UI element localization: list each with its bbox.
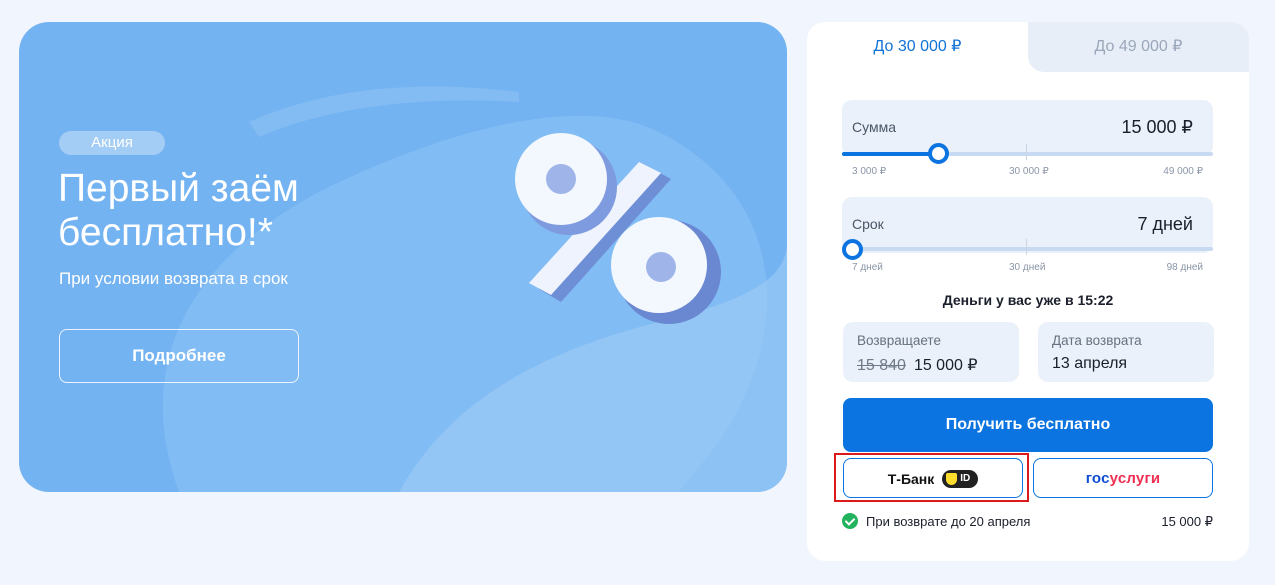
check-circle-icon bbox=[842, 513, 858, 529]
amount-slider-fill bbox=[842, 152, 939, 156]
banner-subtitle: При условии возврата в срок bbox=[59, 269, 288, 288]
term-slider-tick bbox=[1026, 239, 1027, 255]
tbank-label: Т-Банк bbox=[887, 471, 935, 488]
gosuslugi-logo: госуслуги bbox=[1086, 470, 1161, 487]
amount-slider-handle[interactable] bbox=[927, 143, 949, 164]
return-date-label: Дата возврата bbox=[1052, 333, 1142, 348]
get-free-button[interactable]: Получить бесплатно bbox=[843, 398, 1213, 452]
term-mid-label: 30 дней bbox=[1009, 262, 1046, 273]
term-slider-box: Срок 7 дней bbox=[842, 197, 1213, 253]
tbank-id-button[interactable]: Т-Банк ID bbox=[843, 458, 1023, 498]
delivery-time-text: Деньги у вас уже в 15:22 bbox=[942, 292, 1114, 308]
promo-badge: Акция bbox=[59, 131, 165, 155]
term-slider-track[interactable] bbox=[842, 239, 1213, 255]
loan-calculator: До 49 000 ₽ До 30 000 ₽ Сумма 15 000 ₽ 3… bbox=[807, 22, 1249, 561]
tbank-id-icon: ID bbox=[942, 470, 979, 489]
return-date-value: 13 апреля bbox=[1052, 355, 1128, 372]
return-amount-value: 15 840 15 000 ₽ bbox=[857, 355, 978, 375]
gosuslugi-logo-part2: услуги bbox=[1109, 470, 1161, 487]
return-condition-note: При возврате до 20 апреля bbox=[866, 514, 1031, 529]
return-amount-label: Возвращаете bbox=[857, 333, 941, 348]
amount-value: 15 000 ₽ bbox=[1121, 117, 1193, 137]
term-value: 7 дней bbox=[1137, 214, 1193, 234]
amount-min-label: 3 000 ₽ bbox=[852, 166, 887, 177]
amount-tabs: До 49 000 ₽ До 30 000 ₽ bbox=[807, 22, 1249, 72]
amount-slider-box: Сумма 15 000 ₽ bbox=[842, 100, 1213, 156]
tab-up-to-30000[interactable]: До 30 000 ₽ bbox=[807, 22, 1028, 72]
amount-label: Сумма bbox=[852, 119, 896, 135]
amount-max-label: 49 000 ₽ bbox=[1163, 166, 1203, 177]
term-min-label: 7 дней bbox=[852, 262, 883, 273]
term-label: Срок bbox=[852, 216, 884, 232]
tbank-shield-icon bbox=[946, 473, 958, 486]
term-slider-handle[interactable] bbox=[842, 239, 863, 260]
details-button[interactable]: Подробнее bbox=[59, 329, 299, 383]
gosuslugi-logo-part1: гос bbox=[1085, 470, 1110, 487]
return-amount-card: Возвращаете 15 840 15 000 ₽ bbox=[843, 322, 1019, 382]
tab-up-to-49000[interactable]: До 49 000 ₽ bbox=[1028, 22, 1249, 72]
amount-slider-track[interactable] bbox=[842, 144, 1213, 160]
promo-banner: Акция Первый заём бесплатно!* При услови… bbox=[19, 22, 787, 492]
banner-title: Первый заём бесплатно!* bbox=[58, 167, 299, 254]
old-amount: 15 840 bbox=[857, 357, 906, 374]
new-amount: 15 000 ₽ bbox=[913, 357, 978, 374]
tbank-id-badge-text: ID bbox=[960, 473, 971, 485]
amount-slider-tick bbox=[1026, 144, 1027, 160]
return-date-card: Дата возврата 13 апреля bbox=[1038, 322, 1214, 382]
return-condition-sum: 15 000 ₽ bbox=[1161, 514, 1213, 529]
percent-3d-icon bbox=[515, 133, 721, 324]
term-max-label: 98 дней bbox=[1166, 262, 1203, 273]
amount-mid-label: 30 000 ₽ bbox=[1009, 166, 1049, 177]
gosuslugi-button[interactable]: госуслуги bbox=[1033, 458, 1213, 498]
